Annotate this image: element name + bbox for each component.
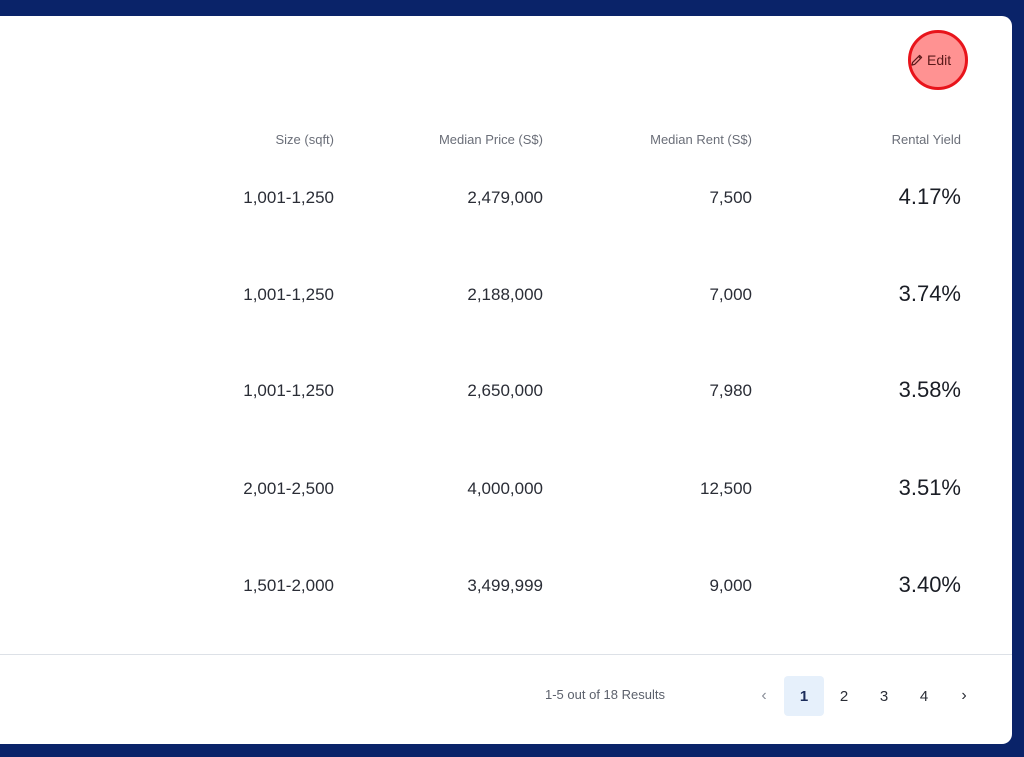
next-page-button[interactable]: › [944,676,984,716]
cell-median-rent: 7,000 [709,285,752,304]
cell-rental-yield: 3.51% [898,475,961,500]
page-button-2[interactable]: 2 [824,676,864,716]
cell-size: 1,001-1,250 [243,188,334,207]
cell-size: 1,501-2,000 [243,576,334,595]
prev-page-button[interactable]: ‹ [744,676,784,716]
pencil-icon [910,53,924,67]
header-size: Size (sqft) [275,132,334,147]
cell-median-price: 2,650,000 [467,381,543,400]
page-button-3[interactable]: 3 [864,676,904,716]
cell-median-rent: 12,500 [700,479,752,498]
table-row: 1,001-1,250 2,650,000 7,980 3.58% [0,377,1012,407]
table-row: 1,001-1,250 2,188,000 7,000 3.74% [0,281,1012,311]
page-button-4[interactable]: 4 [904,676,944,716]
cell-median-price: 4,000,000 [467,479,543,498]
cell-median-price: 3,499,999 [467,576,543,595]
header-median-price: Median Price (S$) [438,132,543,147]
cell-median-price: 2,188,000 [467,285,543,304]
table-row: 1,501-2,000 3,499,999 9,000 3.40% [0,572,1012,602]
cell-rental-yield: 4.17% [898,184,961,209]
cell-size: 1,001-1,250 [243,381,334,400]
cell-median-rent: 7,980 [709,381,752,400]
cell-median-rent: 7,500 [709,188,752,207]
cell-rental-yield: 3.40% [898,572,961,597]
results-card: Edit Size (sqft) Median Price (S$) Media… [0,16,1012,744]
table-row: 1,001-1,250 2,479,000 7,500 4.17% [0,184,1012,214]
page-button-1[interactable]: 1 [784,676,824,716]
cell-rental-yield: 3.58% [898,377,961,402]
header-rental-yield: Rental Yield [891,132,961,147]
cell-rental-yield: 3.74% [898,281,961,306]
edit-label: Edit [927,52,952,68]
cell-size: 2,001-2,500 [243,479,334,498]
table-header: Size (sqft) Median Price (S$) Median Ren… [0,132,1012,152]
header-median-rent: Median Rent (S$) [650,132,752,147]
cell-size: 1,001-1,250 [243,285,334,304]
footer-divider [0,654,1012,655]
table-row: 2,001-2,500 4,000,000 12,500 3.51% [0,475,1012,505]
edit-button[interactable]: Edit [910,50,966,70]
results-summary: 1-5 out of 18 Results [545,687,665,702]
edit-control: Edit [908,30,968,90]
cell-median-rent: 9,000 [709,576,752,595]
pagination: ‹ 1 2 3 4 › [744,676,984,716]
cell-median-price: 2,479,000 [467,188,543,207]
